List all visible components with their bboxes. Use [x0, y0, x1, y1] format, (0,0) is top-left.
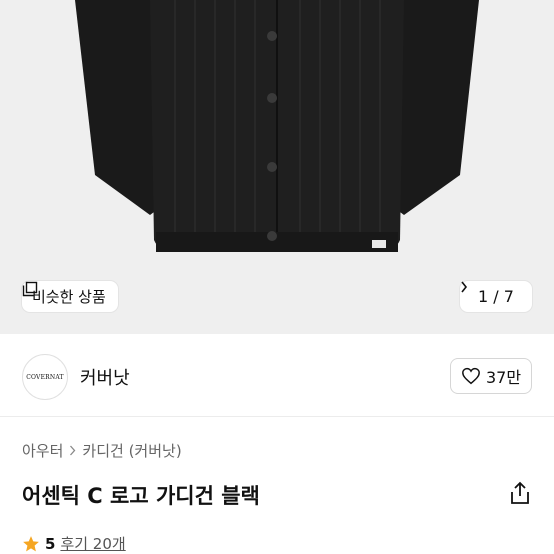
product-title: 어센틱 C 로고 가디건 블랙 [22, 484, 260, 508]
similar-products-button[interactable]: 비슷한 상품 [22, 281, 118, 312]
section-divider [0, 416, 554, 417]
chevron-right-icon [70, 445, 76, 456]
breadcrumb: 아우터 카디건 (커버낫) [22, 440, 182, 461]
chevron-right-icon [461, 281, 468, 293]
rating-score: 5 [45, 534, 56, 553]
brand-row[interactable]: COVERNAT 커버낫 37만 [0, 334, 554, 416]
brand-logo[interactable]: COVERNAT [22, 354, 68, 400]
pager-text: 1 / 7 [478, 287, 514, 306]
breadcrumb-subcategory[interactable]: 카디건 (커버낫) [82, 440, 181, 461]
brand-name[interactable]: 커버낫 [80, 364, 130, 390]
brand-like-button[interactable]: 37만 [450, 358, 532, 394]
share-button[interactable] [508, 480, 532, 506]
heart-icon [462, 367, 480, 385]
copy-icon [22, 281, 38, 297]
brand-logo-text: COVERNAT [26, 373, 64, 381]
product-image-gallery[interactable]: 비슷한 상품 1 / 7 [0, 0, 554, 334]
share-icon [511, 481, 529, 504]
image-pager[interactable]: 1 / 7 [460, 281, 532, 312]
rating-summary: 5 후기 20개 [22, 533, 126, 554]
like-count: 37만 [485, 368, 522, 387]
breadcrumb-category[interactable]: 아우터 [22, 440, 63, 461]
review-count-link[interactable]: 후기 20개 [60, 533, 125, 554]
similar-products-label: 비슷한 상품 [32, 288, 106, 306]
star-icon [23, 535, 39, 551]
